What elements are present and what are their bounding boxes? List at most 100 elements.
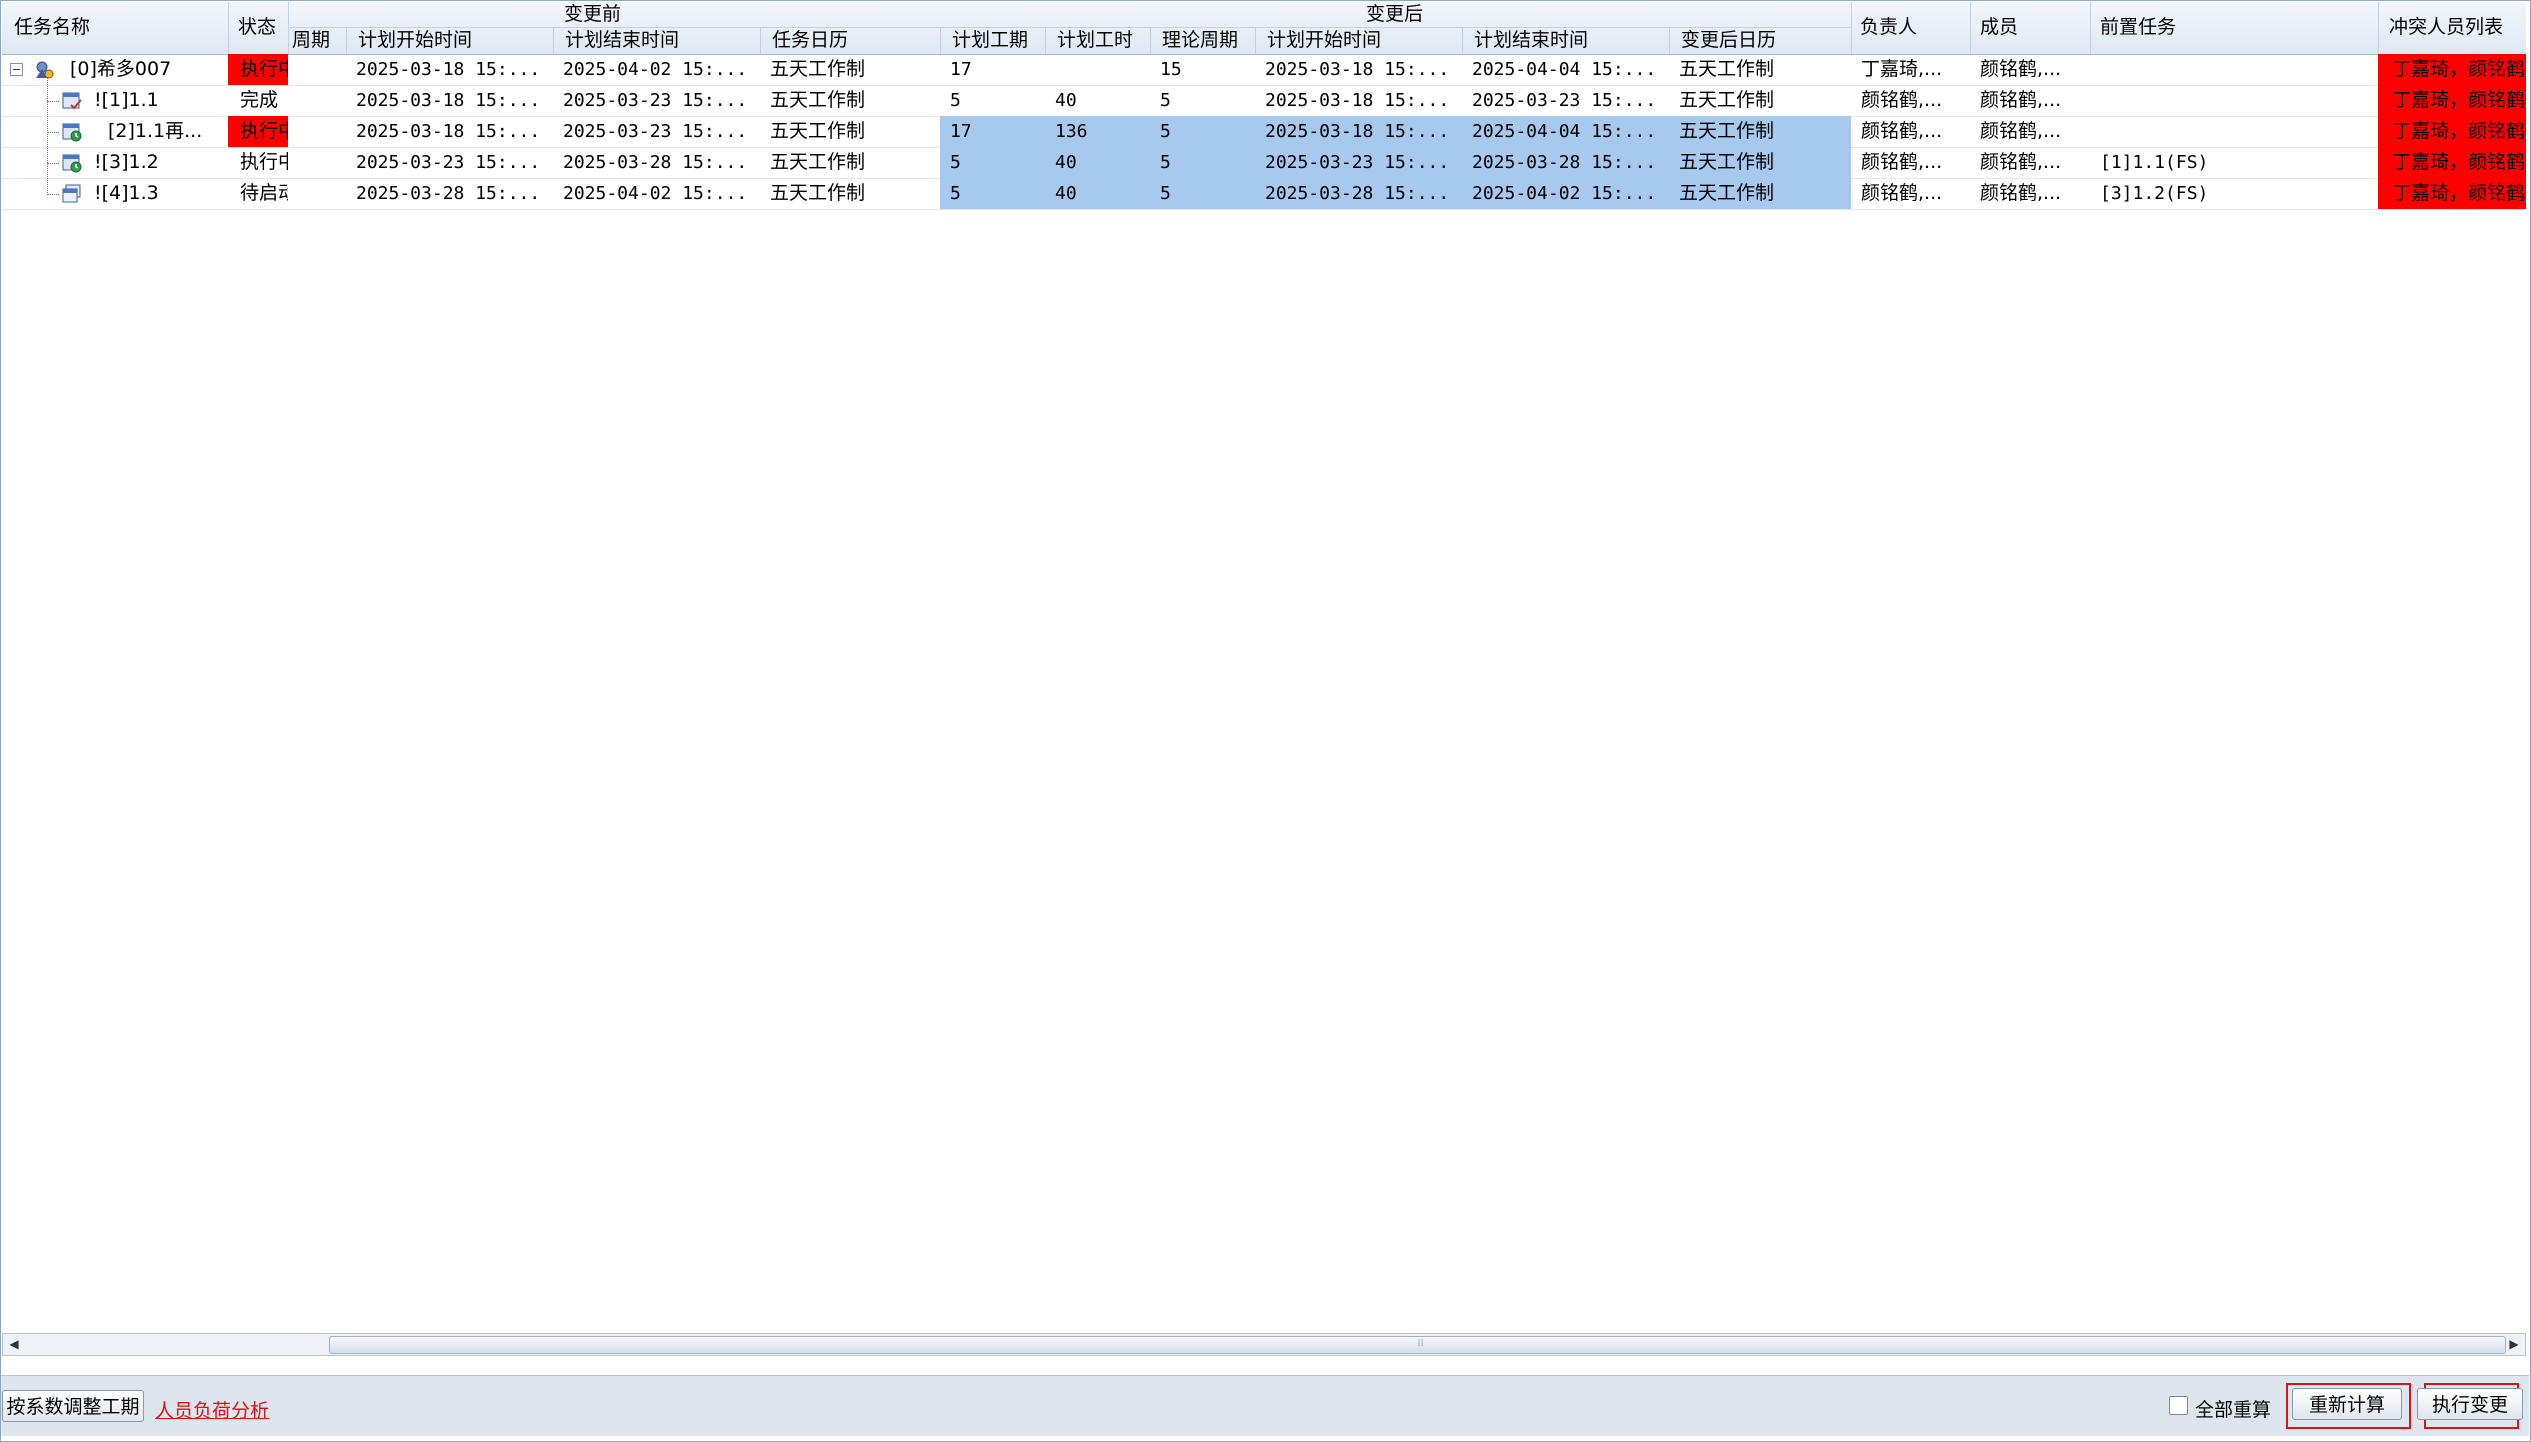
footer-toolbar: 按系数调整工期 人员负荷分析 全部重算 重新计算 执行变更 <box>1 1375 2529 1436</box>
calendar-after: 五天工作制 <box>1669 147 1851 178</box>
project-icon <box>33 59 54 79</box>
col-header-owner[interactable]: 负责人 <box>1860 15 1917 39</box>
calendar-after: 五天工作制 <box>1669 116 1851 147</box>
col-header-task-calendar[interactable]: 任务日历 <box>772 28 848 52</box>
col-header-predecessor[interactable]: 前置任务 <box>2100 15 2176 39</box>
task-calendar: 五天工作制 <box>770 120 866 142</box>
conflict-list: 丁嘉琦，颜铭鹤 <box>2378 147 2526 178</box>
header-divider <box>346 27 347 54</box>
plan-start-after: 2025-03-18 15:... <box>1265 59 1450 80</box>
header-divider <box>553 27 554 54</box>
task-in-progress-icon <box>61 121 82 142</box>
plan-end-after: 2025-04-04 15:... <box>1472 59 1657 80</box>
header-divider <box>1045 27 1046 54</box>
col-header-status[interactable]: 状态 <box>238 15 276 39</box>
col-header-plan-start-before[interactable]: 计划开始时间 <box>358 28 472 52</box>
members: 颜铭鹤,... <box>1980 182 2062 204</box>
header-divider <box>2378 2 2379 54</box>
header-divider <box>288 2 289 54</box>
table-row[interactable]: [0]希多007 执行中 2025-03-18 15:... 2025-04-0… <box>2 54 2526 86</box>
plan-end-before: 2025-04-02 15:... <box>563 183 748 204</box>
plan-end-after: 2025-03-28 15:... <box>1462 147 1669 178</box>
plan-duration: 17 <box>940 116 1045 147</box>
members: 颜铭鹤,... <box>1980 89 2062 111</box>
members: 颜铭鹤,... <box>1980 58 2062 80</box>
plan-start-after: 2025-03-18 15:... <box>1265 90 1450 111</box>
adjust-duration-button[interactable]: 按系数调整工期 <box>2 1390 144 1422</box>
theory-cycle: 5 <box>1150 147 1255 178</box>
header-divider <box>940 27 941 54</box>
conflict-list: 丁嘉琦，颜铭鹤 <box>2378 178 2526 209</box>
tree-connector <box>47 132 59 133</box>
plan-hours: 40 <box>1045 147 1150 178</box>
owner: 颜铭鹤,... <box>1861 151 1943 173</box>
header-divider <box>1255 27 1256 54</box>
col-header-calendar-after[interactable]: 变更后日历 <box>1681 28 1776 52</box>
task-done-icon <box>61 90 82 110</box>
header-divider <box>1462 27 1463 54</box>
tree-collapse-toggle[interactable] <box>10 63 23 76</box>
plan-start-before: 2025-03-28 15:... <box>356 183 541 204</box>
scroll-left-arrow-icon[interactable]: ◀ <box>3 1334 25 1355</box>
owner: 丁嘉琦,... <box>1861 58 1943 80</box>
plan-start-before: 2025-03-18 15:... <box>356 59 541 80</box>
horizontal-scrollbar[interactable]: ◀ ⁞⁞ ▶ <box>2 1333 2526 1356</box>
col-header-members[interactable]: 成员 <box>1980 15 2018 39</box>
main-window <box>0 0 2531 1442</box>
group-header-before: 变更前 <box>564 3 622 25</box>
members: 颜铭鹤,... <box>1980 120 2062 142</box>
col-header-conflict-list[interactable]: 冲突人员列表 <box>2389 15 2503 39</box>
scrollbar-thumb[interactable]: ⁞⁞ <box>329 1336 2506 1354</box>
plan-start-before: 2025-03-18 15:... <box>356 121 541 142</box>
plan-end-before: 2025-03-23 15:... <box>563 90 748 111</box>
plan-end-before: 2025-04-02 15:... <box>563 59 748 80</box>
recalculate-button[interactable]: 重新计算 <box>2292 1388 2402 1420</box>
load-analysis-link[interactable]: 人员负荷分析 <box>155 1396 269 1423</box>
header-divider <box>228 2 229 54</box>
table-row[interactable]: ![1]1.1 完成 2025-03-18 15:... 2025-03-23 … <box>2 85 2526 117</box>
plan-hours: 136 <box>1045 116 1150 147</box>
col-header-plan-hours[interactable]: 计划工时 <box>1057 28 1133 52</box>
plan-hours: 40 <box>1045 178 1150 209</box>
col-header-plan-end-after[interactable]: 计划结束时间 <box>1474 28 1588 52</box>
col-header-plan-start-after[interactable]: 计划开始时间 <box>1267 28 1381 52</box>
col-header-theory-cycle[interactable]: 理论周期 <box>1162 28 1238 52</box>
plan-end-after: 2025-04-02 15:... <box>1462 178 1669 209</box>
calendar-after: 五天工作制 <box>1679 58 1775 80</box>
recalc-all-checkbox[interactable] <box>2169 1396 2188 1415</box>
task-calendar: 五天工作制 <box>770 151 866 173</box>
table-row[interactable]: [2]1.1再... 执行中 2025-03-18 15:... 2025-03… <box>2 116 2526 148</box>
header-divider <box>1851 2 1852 54</box>
col-header-plan-end-before[interactable]: 计划结束时间 <box>565 28 679 52</box>
recalc-all-label[interactable]: 全部重算 <box>2195 1395 2271 1422</box>
table-row[interactable]: ![4]1.3 待启动 2025-03-28 15:... 2025-04-02… <box>2 178 2526 210</box>
table-row[interactable]: ![3]1.2 执行中 2025-03-23 15:... 2025-03-28… <box>2 147 2526 179</box>
conflict-list: 丁嘉琦，颜铭鹤 <box>2378 116 2526 147</box>
plan-start-after: 2025-03-23 15:... <box>1255 147 1462 178</box>
plan-start-after: 2025-03-18 15:... <box>1255 116 1462 147</box>
scroll-right-arrow-icon[interactable]: ▶ <box>2503 1334 2525 1355</box>
execute-change-button[interactable]: 执行变更 <box>2417 1388 2523 1420</box>
theory-cycle: 5 <box>1150 116 1255 147</box>
col-header-plan-duration[interactable]: 计划工期 <box>952 28 1028 52</box>
calendar-after: 五天工作制 <box>1669 178 1851 209</box>
task-status: 执行中 <box>240 151 288 173</box>
grid-header: 任务名称 状态 变更前 变更后 周期 计划开始时间 计划结束时间 任务日历 计划… <box>2 2 2526 55</box>
plan-start-after: 2025-03-28 15:... <box>1255 178 1462 209</box>
plan-end-after: 2025-04-04 15:... <box>1462 116 1669 147</box>
task-name: ![1]1.1 <box>94 89 159 111</box>
plan-hours: 40 <box>1055 90 1077 111</box>
header-divider <box>1669 27 1670 54</box>
predecessor: [1]1.1(FS) <box>2100 152 2209 173</box>
col-header-cycle-before[interactable]: 周期 <box>292 28 330 52</box>
plan-start-before: 2025-03-23 15:... <box>356 152 541 173</box>
owner: 颜铭鹤,... <box>1861 182 1943 204</box>
theory-cycle: 5 <box>1160 90 1171 111</box>
scrollbar-grip: ⁞⁞ <box>1417 1338 1424 1349</box>
conflict-list: 丁嘉琦，颜铭鹤 <box>2378 85 2526 116</box>
col-header-task-name[interactable]: 任务名称 <box>14 15 90 39</box>
task-name: [2]1.1再... <box>108 120 203 142</box>
members: 颜铭鹤,... <box>1980 151 2062 173</box>
header-group-divider <box>288 27 1851 28</box>
plan-end-before: 2025-03-23 15:... <box>563 121 748 142</box>
